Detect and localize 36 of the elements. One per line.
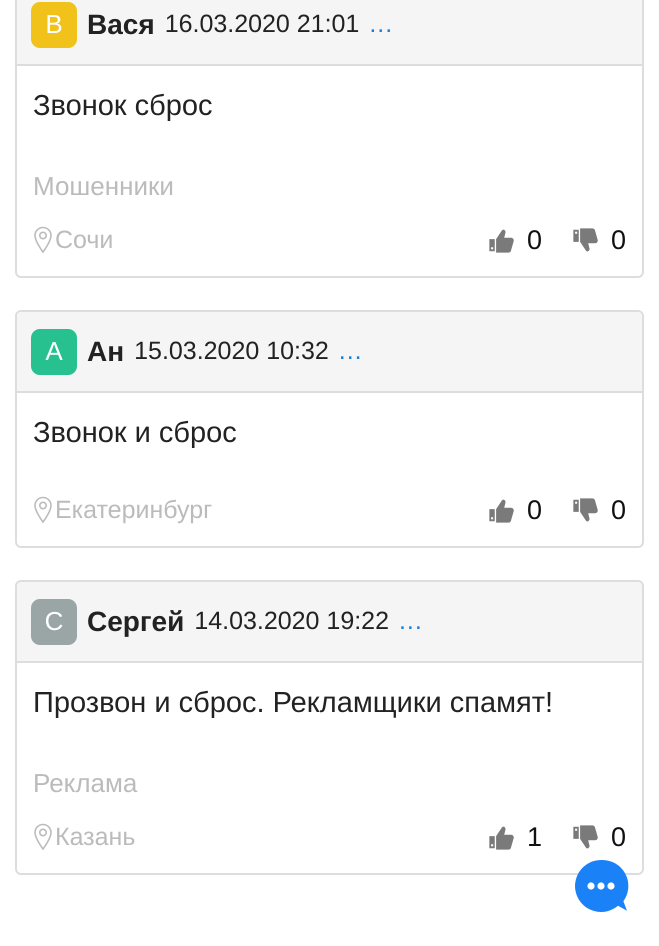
- post-date: 15.03.2020 10:32: [134, 337, 329, 366]
- more-link[interactable]: ...: [398, 607, 423, 636]
- thumbs-down-icon[interactable]: [572, 496, 599, 524]
- more-link[interactable]: ...: [338, 337, 363, 366]
- chat-button[interactable]: [573, 858, 629, 914]
- dislike-count: 0: [610, 822, 626, 852]
- post-text: Звонок и сброс: [33, 416, 238, 451]
- thumbs-down-icon[interactable]: [572, 226, 599, 254]
- post-date: 14.03.2020 19:22: [194, 607, 389, 636]
- post-date: 16.03.2020 21:01: [164, 10, 360, 39]
- more-link[interactable]: ...: [369, 10, 394, 39]
- dislike-count: 0: [610, 494, 626, 526]
- post-text: Прозвон и сброс. Рекламщики спамят!: [33, 686, 554, 721]
- thumbs-up-icon[interactable]: [488, 824, 515, 850]
- like-count: 0: [526, 224, 542, 256]
- post-text: Звонок сброс: [33, 89, 214, 124]
- author-name: Ан: [87, 336, 124, 368]
- location-text: Екатеринбург: [55, 496, 212, 524]
- avatar: А: [31, 328, 77, 374]
- location-pin-icon: [33, 226, 53, 254]
- location-pin-icon: [33, 496, 53, 524]
- author-name: Сергей: [87, 606, 184, 638]
- dislike-count: 0: [610, 224, 626, 256]
- author-name: Вася: [87, 8, 155, 40]
- avatar: В: [31, 2, 77, 48]
- location-text: Сочи: [55, 226, 114, 254]
- like-count: 1: [526, 822, 542, 852]
- location-text: Казань: [55, 822, 136, 852]
- thumbs-up-icon[interactable]: [488, 226, 515, 254]
- location-pin-icon: [33, 823, 53, 851]
- like-count: 0: [526, 494, 542, 526]
- avatar: С: [31, 598, 77, 644]
- post-category: Реклама: [33, 767, 138, 800]
- thumbs-down-icon[interactable]: [572, 824, 599, 850]
- thumbs-up-icon[interactable]: [488, 496, 515, 524]
- post-category: Мошенники: [33, 170, 175, 203]
